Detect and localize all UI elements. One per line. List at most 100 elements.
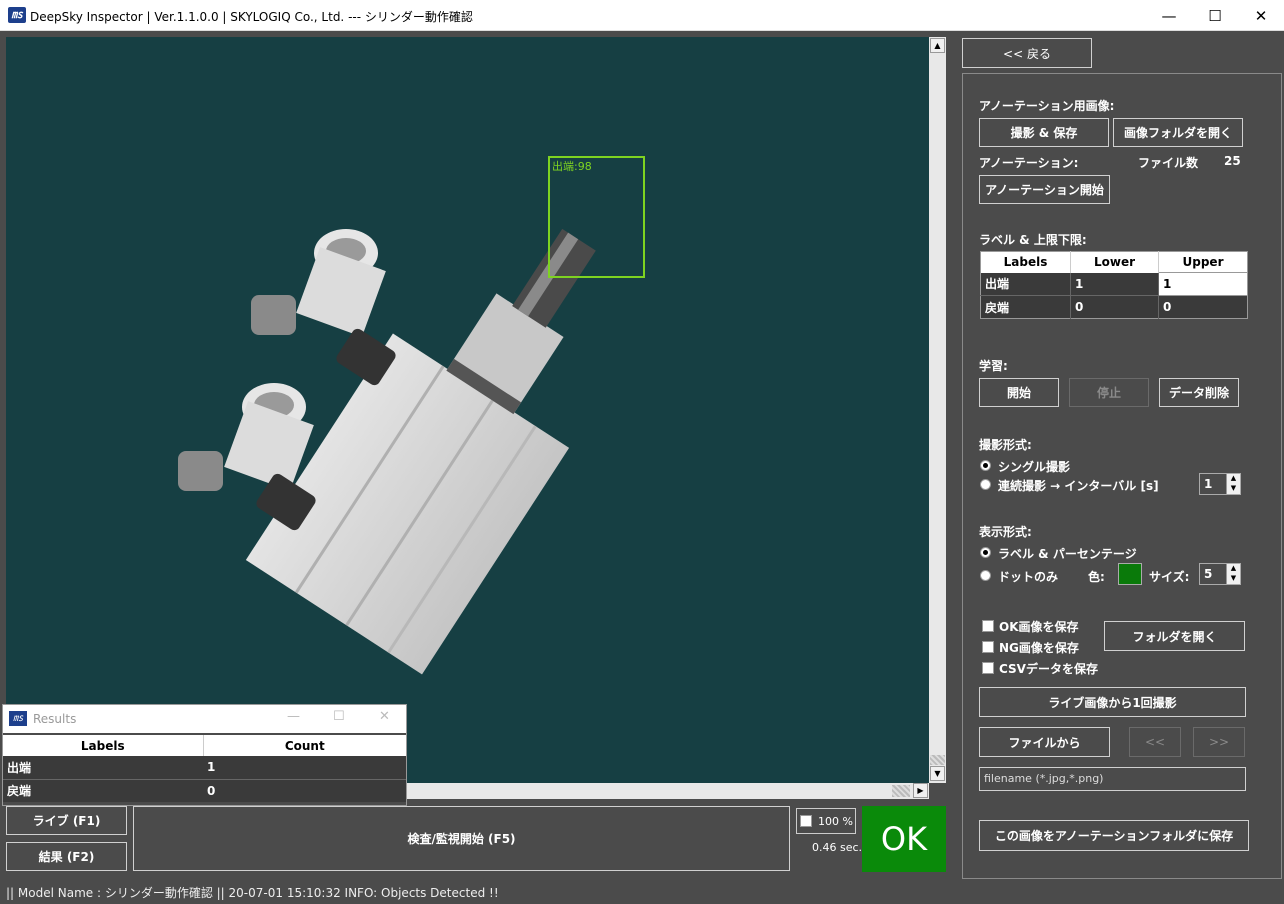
results-titlebar: ㎳ Results — ☐ ✕ bbox=[3, 705, 406, 733]
learning-heading: 学習: bbox=[979, 359, 1008, 373]
stepper-arrows[interactable]: ▲ ▼ bbox=[1226, 474, 1240, 494]
close-icon[interactable]: ✕ bbox=[379, 709, 390, 724]
label-header-labels: Labels bbox=[980, 251, 1071, 273]
scroll-right-icon[interactable]: ▶ bbox=[913, 783, 928, 798]
label-table-header-row: Labels Lower Upper bbox=[980, 251, 1248, 273]
results-header-labels: Labels bbox=[3, 735, 204, 756]
table-row: 戻端 0 0 bbox=[980, 295, 1248, 319]
judgement-indicator: OK bbox=[862, 806, 946, 872]
scroll-up-icon[interactable]: ▲ bbox=[930, 38, 945, 53]
single-capture-radio[interactable] bbox=[980, 460, 991, 471]
chevron-up-icon[interactable]: ▲ bbox=[1227, 474, 1240, 484]
learn-start-button[interactable]: 開始 bbox=[979, 378, 1059, 407]
save-to-annotation-folder-button[interactable]: この画像をアノーテーションフォルダに保存 bbox=[979, 820, 1249, 851]
continuous-capture-radio[interactable] bbox=[980, 479, 991, 490]
stepper-arrows[interactable]: ▲ ▼ bbox=[1226, 564, 1240, 584]
zoom-100-toggle[interactable]: 100 % bbox=[796, 808, 856, 834]
filename-field[interactable]: filename (*.jpg,*.png) bbox=[979, 767, 1246, 791]
next-image-button[interactable]: >> bbox=[1193, 727, 1245, 757]
from-file-button[interactable]: ファイルから bbox=[979, 727, 1110, 757]
color-label: 色: bbox=[1088, 570, 1105, 584]
single-capture-label: シングル撮影 bbox=[998, 460, 1071, 474]
size-value: 5 bbox=[1204, 567, 1213, 581]
chevron-down-icon[interactable]: ▼ bbox=[1227, 484, 1240, 494]
upper-cell-selected[interactable]: 1 bbox=[1158, 272, 1248, 296]
start-annotation-button[interactable]: アノーテーション開始 bbox=[979, 175, 1110, 204]
learn-stop-button[interactable]: 停止 bbox=[1069, 378, 1149, 407]
open-image-folder-button[interactable]: 画像フォルダを開く bbox=[1113, 118, 1243, 147]
lower-cell[interactable]: 1 bbox=[1070, 272, 1159, 296]
scroll-down-icon[interactable]: ▼ bbox=[930, 766, 945, 781]
chevron-down-icon[interactable]: ▼ bbox=[1227, 574, 1240, 584]
save-ok-label: OK画像を保存 bbox=[999, 620, 1079, 634]
file-count-label: ファイル数 bbox=[1138, 156, 1199, 170]
capture-save-button[interactable]: 撮影 & 保存 bbox=[979, 118, 1109, 147]
interval-value: 1 bbox=[1204, 477, 1213, 491]
scroll-thumb[interactable] bbox=[892, 785, 910, 797]
results-label-cell: 出端 bbox=[7, 760, 32, 775]
app-logo-icon: ㎳ bbox=[9, 711, 27, 726]
minimize-button[interactable]: — bbox=[1146, 0, 1192, 31]
detection-label: 出端:98 bbox=[552, 160, 592, 173]
results-count-cell: 1 bbox=[207, 760, 216, 775]
label-cell: 戻端 bbox=[980, 295, 1071, 319]
prev-image-button[interactable]: << bbox=[1129, 727, 1181, 757]
annotation-heading: アノーテーション: bbox=[979, 156, 1079, 170]
annotation-image-heading: アノーテーション用画像: bbox=[979, 99, 1115, 113]
save-ng-label: NG画像を保存 bbox=[999, 641, 1079, 655]
label-percentage-radio[interactable] bbox=[980, 547, 991, 558]
capture-once-button[interactable]: ライブ画像から1回撮影 bbox=[979, 687, 1246, 717]
detection-box: 出端:98 bbox=[548, 156, 645, 278]
save-ng-checkbox[interactable] bbox=[982, 641, 994, 653]
label-limits-heading: ラベル & 上限下限: bbox=[979, 233, 1087, 247]
table-row: 出端 1 1 bbox=[980, 272, 1248, 296]
file-count-value: 25 bbox=[1224, 154, 1241, 168]
vertical-scrollbar[interactable]: ▲ ▼ bbox=[929, 37, 946, 783]
camera-image-viewport[interactable]: 出端:98 bbox=[6, 37, 930, 783]
label-percentage-label: ラベル & パーセンテージ bbox=[998, 547, 1137, 561]
upper-cell[interactable]: 0 bbox=[1159, 296, 1248, 319]
maximize-icon[interactable]: ☐ bbox=[333, 709, 345, 724]
elapsed-time: 0.46 sec. bbox=[812, 841, 863, 854]
zoom-label: 100 % bbox=[818, 815, 853, 828]
results-window[interactable]: ㎳ Results — ☐ ✕ Labels Count 出端 1 戻端 0 bbox=[2, 704, 407, 806]
display-mode-heading: 表示形式: bbox=[979, 525, 1032, 539]
window-title: DeepSky Inspector | Ver.1.1.0.0 | SKYLOG… bbox=[30, 10, 473, 24]
results-title: Results bbox=[33, 712, 77, 726]
results-header-count: Count bbox=[284, 738, 325, 753]
save-csv-label: CSVデータを保存 bbox=[999, 662, 1098, 676]
scroll-grip-icon[interactable] bbox=[930, 755, 945, 765]
capture-mode-heading: 撮影形式: bbox=[979, 438, 1032, 452]
continuous-capture-label: 連続撮影 → インターバル [s] bbox=[998, 479, 1159, 493]
title-bar: ㎳ DeepSky Inspector | Ver.1.1.0.0 | SKYL… bbox=[0, 0, 1284, 31]
chevron-up-icon[interactable]: ▲ bbox=[1227, 564, 1240, 574]
maximize-button[interactable]: ☐ bbox=[1192, 0, 1238, 31]
minimize-icon[interactable]: — bbox=[287, 709, 300, 724]
label-header-upper: Upper bbox=[1182, 255, 1224, 269]
table-row: 出端 1 bbox=[3, 756, 406, 779]
label-cell: 出端 bbox=[980, 272, 1071, 296]
cylinder-image bbox=[6, 37, 930, 783]
open-folder-button[interactable]: フォルダを開く bbox=[1104, 621, 1245, 651]
save-ok-checkbox[interactable] bbox=[982, 620, 994, 632]
live-button[interactable]: ライブ (F1) bbox=[6, 806, 127, 835]
interval-stepper[interactable]: 1 ▲ ▼ bbox=[1199, 473, 1241, 495]
delete-data-button[interactable]: データ削除 bbox=[1159, 378, 1239, 407]
results-table: Labels Count 出端 1 戻端 0 bbox=[3, 735, 406, 802]
app-logo-icon: ㎳ bbox=[8, 7, 26, 23]
save-csv-checkbox[interactable] bbox=[982, 662, 994, 674]
label-header-lower: Lower bbox=[1070, 251, 1159, 273]
size-stepper[interactable]: 5 ▲ ▼ bbox=[1199, 563, 1241, 585]
results-label-cell: 戻端 bbox=[7, 784, 32, 799]
dot-only-radio[interactable] bbox=[980, 570, 991, 581]
close-button[interactable]: ✕ bbox=[1238, 0, 1284, 31]
inspect-start-button[interactable]: 検査/監視開始 (F5) bbox=[133, 806, 790, 871]
dot-only-label: ドットのみ bbox=[998, 570, 1059, 584]
dot-color-swatch[interactable] bbox=[1118, 563, 1142, 585]
zoom-checkbox[interactable] bbox=[800, 815, 812, 827]
result-button[interactable]: 結果 (F2) bbox=[6, 842, 127, 871]
results-count-cell: 0 bbox=[207, 783, 216, 798]
back-button[interactable]: << 戻る bbox=[962, 38, 1092, 68]
table-row: 戻端 0 bbox=[3, 779, 406, 802]
lower-cell[interactable]: 0 bbox=[1070, 295, 1159, 319]
